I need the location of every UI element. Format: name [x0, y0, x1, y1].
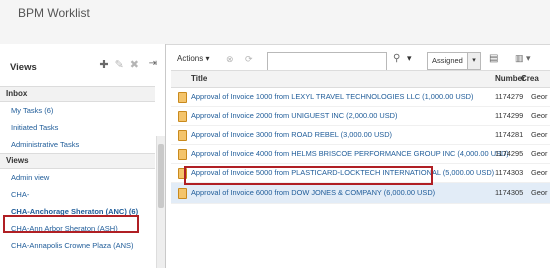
nav-my-tasks[interactable]: My Tasks (6) — [0, 102, 155, 119]
table-header: Title Number Crea — [171, 70, 550, 88]
chevron-down-icon[interactable]: ▾ — [467, 53, 480, 69]
task-number: 1174305 — [495, 188, 524, 197]
task-title-link[interactable]: Approval of Invoice 1000 from LEXYL TRAV… — [191, 88, 473, 106]
views-section-header: Views — [0, 153, 155, 169]
highlight-box-task — [184, 166, 433, 185]
plus-icon[interactable]: ✚ — [99, 58, 108, 71]
assignment-filter-select[interactable]: Assigned ▾ — [427, 52, 481, 70]
views-panel: Views ✚ ✎ ✖ ⇥ Inbox My Tasks (6) Initiat… — [0, 44, 166, 268]
chart-view-icon[interactable]: ▥ ▾ — [515, 53, 531, 64]
task-number: 1174279 — [495, 92, 524, 101]
task-creator: Geor — [531, 149, 548, 158]
task-creator: Geor — [531, 111, 548, 120]
app-title: BPM Worklist — [18, 6, 90, 20]
nav-initiated-tasks[interactable]: Initiated Tasks — [0, 119, 155, 136]
views-scrollbar[interactable] — [156, 136, 165, 268]
views-scrollbar-thumb[interactable] — [158, 144, 164, 208]
nav-administrative-tasks[interactable]: Administrative Tasks — [0, 136, 155, 153]
views-title: Views — [10, 62, 37, 73]
search-input[interactable] — [267, 52, 387, 72]
task-creator: Geor — [531, 130, 548, 139]
task-icon — [178, 92, 187, 103]
highlight-box-view — [3, 215, 139, 233]
table-row[interactable]: Approval of Invoice 2000 from UNIGUEST I… — [171, 107, 550, 126]
task-title-link[interactable]: Approval of Invoice 3000 from ROAD REBEL… — [191, 126, 392, 144]
app-header: BPM Worklist — [0, 0, 550, 45]
task-icon — [178, 130, 187, 141]
nav-cha[interactable]: CHA- — [0, 186, 155, 203]
collapse-arrow-icon[interactable]: ⇥ — [149, 58, 157, 69]
table-row[interactable]: Approval of Invoice 4000 from HELMS BRIS… — [171, 145, 550, 164]
inbox-section-header: Inbox — [0, 86, 155, 102]
task-number: 1174281 — [495, 130, 524, 139]
task-number: 1174303 — [495, 168, 524, 177]
views-actions: ✚ ✎ ✖ — [99, 58, 139, 71]
pencil-icon[interactable]: ✎ — [115, 58, 124, 71]
worklist-panel: Actions ▾ ⊗ ⟳ ⚲ ▾ Assigned ▾ ▤ ▥ ▾ Title… — [171, 44, 550, 268]
x-icon[interactable]: ✖ — [130, 58, 139, 71]
task-icon — [178, 188, 187, 199]
task-icon — [178, 111, 187, 122]
worklist-toolbar: Actions ▾ ⊗ ⟳ ⚲ ▾ Assigned ▾ ▤ ▥ ▾ — [171, 51, 550, 72]
task-number: 1174299 — [495, 111, 524, 120]
task-number: 1174295 — [495, 149, 524, 158]
actions-menu-button[interactable]: Actions ▾ — [177, 54, 209, 63]
table-row[interactable]: Approval of Invoice 1000 from LEXYL TRAV… — [171, 88, 550, 107]
table-row-selected[interactable]: Approval of Invoice 6000 from DOW JONES … — [171, 183, 550, 204]
task-title-link[interactable]: Approval of Invoice 2000 from UNIGUEST I… — [191, 107, 397, 125]
views-panel-header: Views ✚ ✎ ✖ ⇥ — [0, 44, 165, 86]
nav-admin-view[interactable]: Admin view — [0, 169, 155, 186]
task-creator: Geor — [531, 188, 548, 197]
refresh-icon[interactable]: ⟳ — [245, 54, 253, 65]
task-icon — [178, 149, 187, 160]
column-title[interactable]: Title — [191, 71, 207, 87]
search-options-dropdown[interactable]: ▾ — [407, 53, 412, 64]
assignment-filter-value: Assigned — [432, 56, 463, 65]
nav-cha-annapolis-crowne-plaza[interactable]: CHA-Annapolis Crowne Plaza (ANS) — [0, 237, 155, 254]
column-created[interactable]: Crea — [521, 71, 539, 87]
task-creator: Geor — [531, 92, 548, 101]
circle-icon[interactable]: ⊗ — [226, 54, 234, 65]
task-title-link[interactable]: Approval of Invoice 4000 from HELMS BRIS… — [191, 145, 509, 163]
view-options-icon[interactable]: ▤ — [489, 53, 498, 64]
table-row[interactable]: Approval of Invoice 3000 from ROAD REBEL… — [171, 126, 550, 145]
task-creator: Geor — [531, 168, 548, 177]
task-title-link[interactable]: Approval of Invoice 6000 from DOW JONES … — [191, 183, 435, 203]
search-icon[interactable]: ⚲ — [393, 53, 400, 64]
